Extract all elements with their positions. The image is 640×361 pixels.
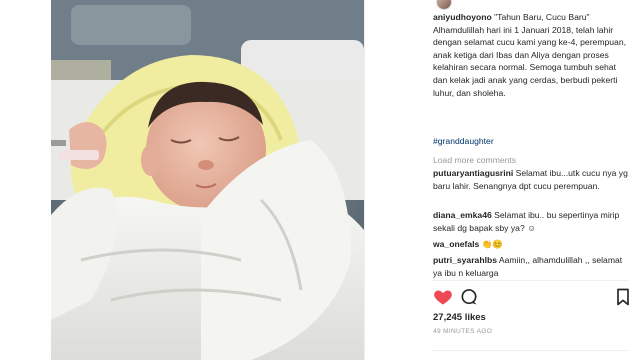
comment-item: wa_onefals 👏😊 — [433, 238, 629, 251]
caption-username[interactable]: aniyudhoyono — [433, 12, 492, 22]
hashtag-link[interactable]: #granddaughter — [433, 136, 494, 146]
caption-text: "Tahun Baru, Cucu Baru" Alhamdulillah ha… — [433, 12, 626, 98]
post-actions — [433, 287, 629, 307]
post-caption: aniyudhoyono "Tahun Baru, Cucu Baru" Alh… — [433, 11, 629, 99]
comment-username[interactable]: putuaryantiagusrini — [433, 168, 513, 178]
comment-username[interactable]: wa_onefals — [433, 239, 479, 249]
comment-username[interactable]: diana_emka46 — [433, 210, 492, 220]
newborn-photo — [51, 0, 364, 360]
likes-count[interactable]: 27,245 likes — [433, 312, 486, 323]
comment-item: putri_syarahlbs Aamiin,, alhamdulillah ,… — [433, 254, 629, 279]
comment-item: putuaryantiagusrini Selamat ibu...utk cu… — [433, 167, 629, 192]
comment-username[interactable]: putri_syarahlbs — [433, 255, 497, 265]
comment-text: 👏😊 — [481, 239, 504, 249]
add-comment-area[interactable] — [433, 350, 629, 361]
post-photo[interactable] — [51, 0, 364, 360]
heart-icon[interactable] — [433, 287, 453, 307]
comment-bubble-icon[interactable] — [459, 287, 479, 307]
divider — [433, 280, 629, 281]
load-more-comments[interactable]: Load more comments — [433, 155, 516, 165]
bookmark-icon[interactable] — [613, 287, 633, 307]
post-timestamp: 49 MINUTES AGO — [433, 328, 493, 335]
comment-item: diana_emka46 Selamat ibu.. bu sepertinya… — [433, 209, 629, 234]
